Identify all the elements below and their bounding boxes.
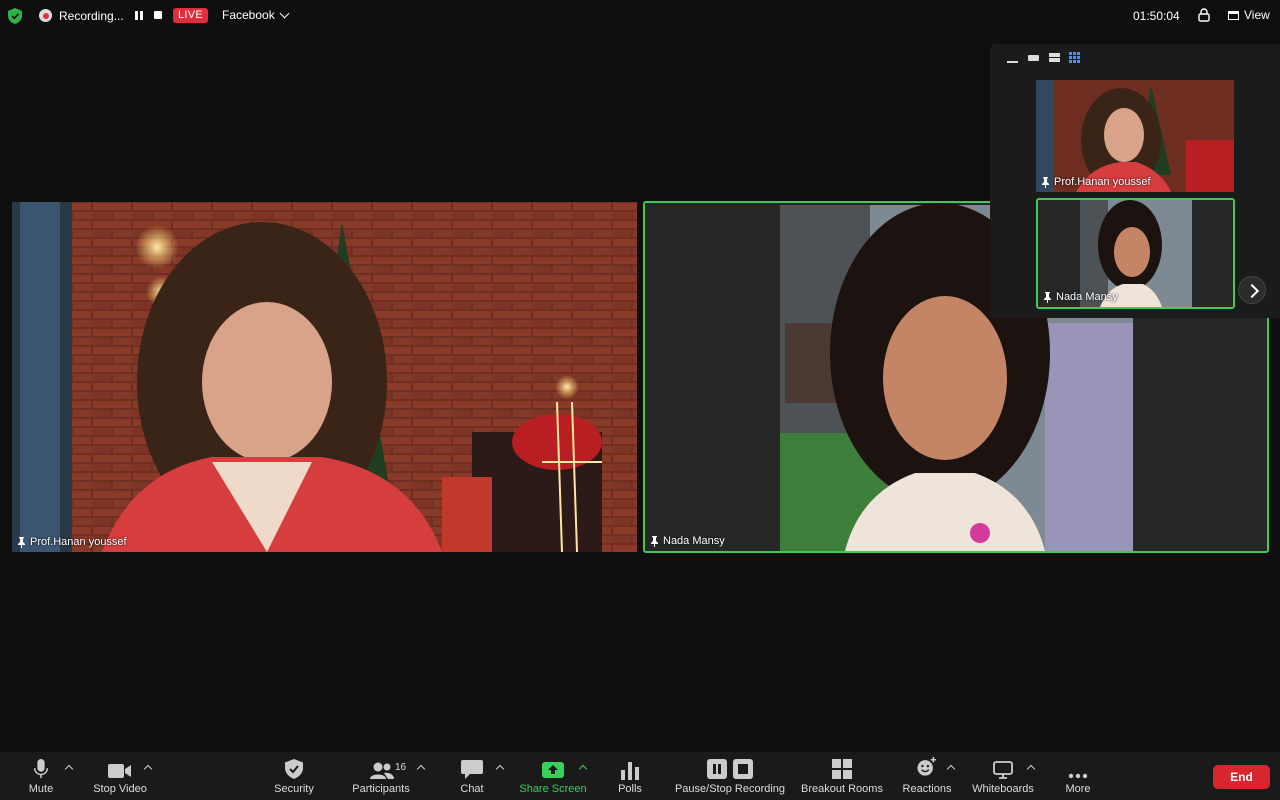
polls-label: Polls [618, 783, 642, 795]
chat-options-caret-icon[interactable] [495, 764, 505, 774]
gallery-thumbnails-icon[interactable] [1069, 52, 1082, 64]
pin-icon [18, 536, 25, 548]
polls-button[interactable]: Polls [612, 752, 648, 800]
livestream-target-label: Facebook [222, 8, 275, 22]
breakout-rooms-label: Breakout Rooms [801, 783, 883, 795]
stop-video-button[interactable]: Stop Video [88, 752, 152, 800]
participants-options-caret-icon[interactable] [416, 764, 426, 774]
participant-name-label: Nada Mansy [1043, 291, 1118, 303]
view-button[interactable]: View [1228, 8, 1270, 22]
pause-stop-recording-button[interactable]: Pause/Stop Recording [672, 752, 788, 800]
breakout-rooms-button[interactable]: Breakout Rooms [799, 752, 885, 800]
security-shield-icon[interactable] [8, 8, 22, 24]
mute-button[interactable]: Mute [20, 752, 62, 800]
share-screen-icon [542, 762, 564, 778]
stop-recording-icon[interactable] [154, 11, 162, 19]
security-label: Security [274, 783, 314, 795]
whiteboards-button[interactable]: Whiteboards [968, 752, 1038, 800]
whiteboard-icon [993, 761, 1013, 779]
thumbnail-tile[interactable]: Prof.Hanan youssef [1036, 80, 1234, 192]
shield-icon [285, 759, 303, 779]
view-layout-icon [1228, 10, 1239, 20]
microphone-icon [33, 759, 49, 779]
thumbnail-tile-active[interactable]: Nada Mansy [1036, 198, 1235, 309]
camera-icon [108, 764, 131, 778]
pin-icon [1042, 176, 1049, 188]
recording-indicator-icon [39, 9, 52, 22]
reactions-button[interactable]: Reactions [900, 752, 954, 800]
reactions-icon [917, 757, 937, 776]
recording-status: Recording... [59, 9, 124, 23]
video-tile-speaker[interactable]: Prof.Hanan youssef [12, 202, 637, 552]
participant-name: Nada Mansy [1056, 291, 1118, 303]
participant-name: Nada Mansy [663, 535, 725, 547]
pause-recording-icon[interactable] [135, 11, 143, 20]
top-bar: Recording... LIVE Facebook 01:50:04 View [0, 0, 1280, 32]
thumbnail-layout-controls [1006, 52, 1082, 64]
pin-icon [1044, 291, 1051, 303]
minimize-thumbnails-icon[interactable] [1006, 52, 1019, 64]
whiteboards-label: Whiteboards [972, 783, 1034, 795]
participant-name: Prof.Hanan youssef [1054, 176, 1151, 188]
chevron-down-icon [279, 8, 290, 18]
pause-stop-recording-label: Pause/Stop Recording [674, 783, 786, 795]
meeting-toolbar: Mute Stop Video Security 16 Participants… [0, 752, 1280, 800]
zoom-meeting-window: Recording... LIVE Facebook 01:50:04 View [0, 0, 1280, 800]
mute-label: Mute [28, 783, 54, 795]
stop-video-label: Stop Video [93, 783, 147, 795]
share-screen-button[interactable]: Share Screen [516, 752, 590, 800]
participants-icon [370, 762, 394, 779]
reactions-label: Reactions [902, 783, 952, 795]
polls-icon [621, 762, 639, 780]
participant-video [12, 202, 637, 552]
pause-stop-recording-icon [707, 759, 753, 779]
stacked-thumbnails-icon[interactable] [1048, 52, 1061, 64]
participants-button[interactable]: 16 Participants [348, 752, 414, 800]
next-page-arrow-icon[interactable] [1238, 276, 1266, 304]
participants-label: Participants [352, 783, 410, 795]
chat-bubble-icon [461, 760, 483, 779]
participant-name: Prof.Hanan youssef [30, 536, 127, 548]
participant-count: 16 [395, 762, 407, 773]
single-thumbnail-icon[interactable] [1027, 52, 1040, 64]
view-label: View [1244, 8, 1270, 22]
meeting-info-icon[interactable] [1198, 8, 1210, 22]
audio-options-caret-icon[interactable] [64, 764, 74, 774]
participant-name-label: Prof.Hanan youssef [17, 536, 127, 548]
meeting-timer: 01:50:04 [1133, 9, 1180, 23]
live-badge: LIVE [173, 8, 209, 23]
pin-icon [651, 535, 658, 547]
participant-name-label: Nada Mansy [650, 535, 725, 547]
more-dots-icon [1068, 773, 1088, 779]
livestream-target-dropdown[interactable]: Facebook [222, 8, 290, 22]
chat-label: Chat [460, 783, 484, 795]
chat-button[interactable]: Chat [455, 752, 489, 800]
end-meeting-button[interactable]: End [1213, 765, 1270, 789]
share-screen-label: Share Screen [519, 783, 587, 795]
more-button[interactable]: More [1062, 752, 1094, 800]
participant-name-label: Prof.Hanan youssef [1041, 176, 1151, 188]
breakout-rooms-icon [832, 759, 852, 779]
security-button[interactable]: Security [270, 752, 318, 800]
